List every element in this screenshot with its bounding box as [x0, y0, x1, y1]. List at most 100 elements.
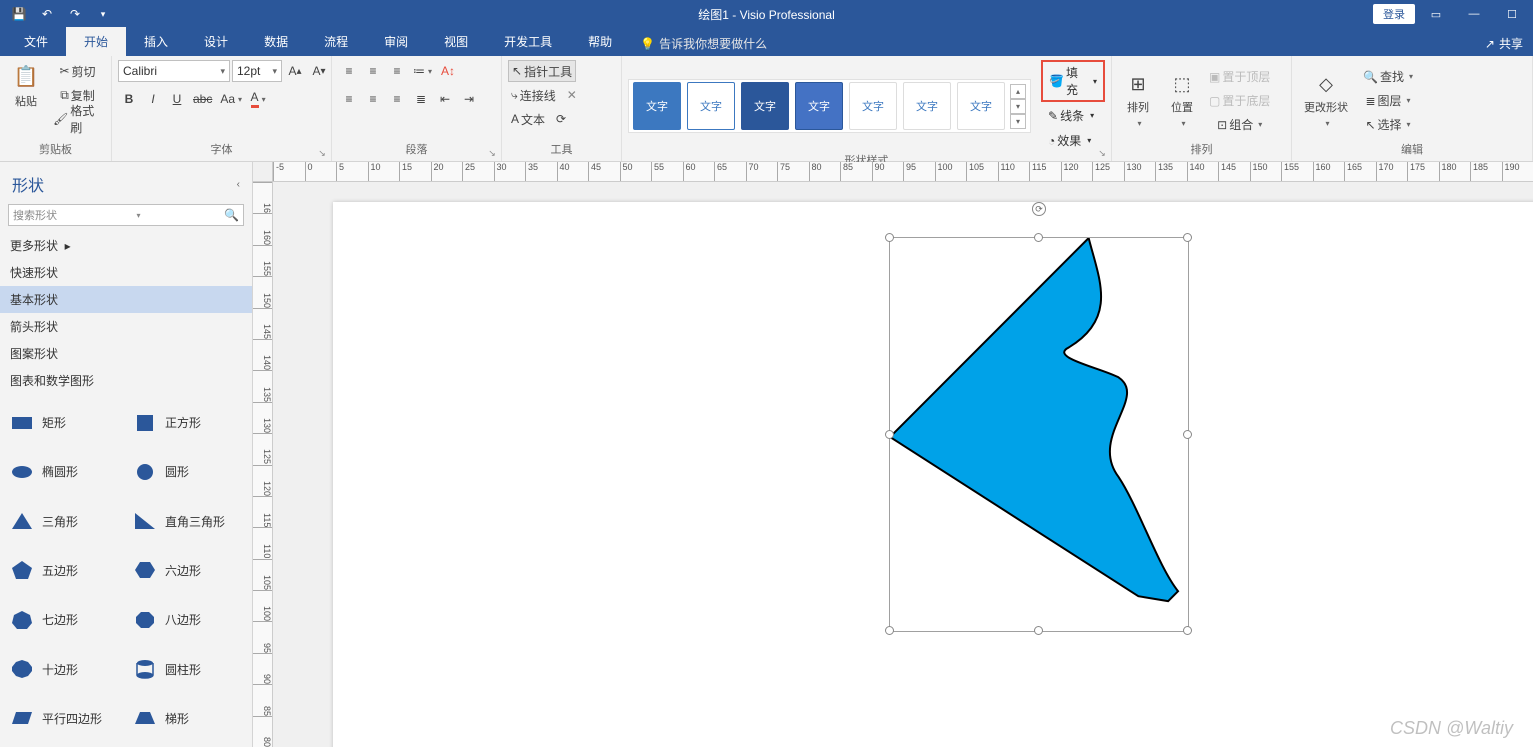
- position-button[interactable]: ⬚位置: [1162, 70, 1202, 132]
- align-button[interactable]: ⊞排列: [1118, 70, 1158, 132]
- search-icon[interactable]: 🔍: [224, 208, 239, 222]
- shape-stencil-heptagon[interactable]: 七边形: [4, 597, 125, 642]
- align-center-button[interactable]: ≡: [362, 88, 384, 110]
- pointer-tool-button[interactable]: ↖指针工具: [508, 60, 576, 82]
- style-item-7[interactable]: 文字: [957, 82, 1005, 130]
- collapse-pane-icon[interactable]: ‹: [237, 179, 240, 190]
- shape-stencil-parallelogram[interactable]: 平行四边形: [4, 696, 125, 741]
- indent-increase-button[interactable]: ⇥: [458, 88, 480, 110]
- cat-pattern-shapes[interactable]: 图案形状: [0, 340, 252, 367]
- style-item-5[interactable]: 文字: [849, 82, 897, 130]
- resize-handle[interactable]: [1183, 430, 1192, 439]
- share-button[interactable]: ↗ 共享: [1485, 35, 1523, 56]
- tab-home[interactable]: 开始: [66, 27, 126, 56]
- shape-stencil-triangle[interactable]: 三角形: [4, 499, 125, 544]
- bold-button[interactable]: B: [118, 88, 140, 110]
- bullets-button[interactable]: ≔: [410, 60, 435, 82]
- login-button[interactable]: 登录: [1373, 4, 1415, 24]
- shape-stencil-square[interactable]: 正方形: [127, 400, 248, 445]
- align-justify-button[interactable]: ≣: [410, 88, 432, 110]
- shape-stencil-circle[interactable]: 圆形: [127, 449, 248, 494]
- tab-process[interactable]: 流程: [306, 27, 366, 56]
- send-back-button[interactable]: ▢置于底层: [1206, 90, 1273, 112]
- tab-insert[interactable]: 插入: [126, 27, 186, 56]
- tab-view[interactable]: 视图: [426, 27, 486, 56]
- qat-redo-icon[interactable]: ↷: [62, 2, 88, 26]
- style-item-6[interactable]: 文字: [903, 82, 951, 130]
- style-item-4[interactable]: 文字: [795, 82, 843, 130]
- shape-stencil-decagon[interactable]: 十边形: [4, 646, 125, 691]
- shape-stencil-trapezoid[interactable]: 梯形: [127, 696, 248, 741]
- font-color-button[interactable]: A: [247, 88, 269, 110]
- x-tool-button[interactable]: ✕: [561, 84, 583, 106]
- resize-handle[interactable]: [885, 430, 894, 439]
- grow-font-button[interactable]: A▴: [284, 60, 306, 82]
- cat-arrow-shapes[interactable]: 箭头形状: [0, 313, 252, 340]
- tab-review[interactable]: 审阅: [366, 27, 426, 56]
- resize-handle[interactable]: [885, 626, 894, 635]
- group-button[interactable]: ⊡组合: [1206, 114, 1273, 136]
- rotate-tool-button[interactable]: ⟳: [550, 108, 572, 130]
- strikethrough-button[interactable]: abc: [190, 88, 215, 110]
- tab-design[interactable]: 设计: [186, 27, 246, 56]
- layers-button[interactable]: ≣图层: [1360, 90, 1416, 112]
- text-tool-button[interactable]: A文本: [508, 108, 548, 130]
- gallery-down-button[interactable]: ▾: [1010, 99, 1026, 114]
- align-bottom-button[interactable]: ≡: [386, 60, 408, 82]
- resize-handle[interactable]: [1183, 233, 1192, 242]
- connector-tool-button[interactable]: ⤷连接线: [508, 84, 559, 106]
- fill-button[interactable]: 🪣填充▾: [1041, 60, 1105, 102]
- align-middle-button[interactable]: ≡: [362, 60, 384, 82]
- shape-stencil-rtriangle[interactable]: 直角三角形: [127, 499, 248, 544]
- resize-handle[interactable]: [885, 233, 894, 242]
- indent-decrease-button[interactable]: ⇤: [434, 88, 456, 110]
- selection-box[interactable]: ⟳: [889, 237, 1189, 632]
- style-item-3[interactable]: 文字: [741, 82, 789, 130]
- search-shapes-input[interactable]: 搜索形状 ▾ 🔍: [8, 204, 244, 226]
- rotate-handle[interactable]: ⟳: [1032, 202, 1046, 216]
- maximize-button[interactable]: ☐: [1495, 2, 1529, 26]
- find-button[interactable]: 🔍查找: [1360, 66, 1416, 88]
- minimize-button[interactable]: —: [1457, 2, 1491, 26]
- tell-me-search[interactable]: 💡 告诉我你想要做什么: [640, 35, 767, 56]
- align-top-button[interactable]: ≡: [338, 60, 360, 82]
- select-button[interactable]: ↖选择: [1360, 114, 1416, 136]
- gallery-more-button[interactable]: ▾: [1010, 114, 1026, 129]
- canvas[interactable]: -505101520253035404550556065707580859095…: [253, 162, 1533, 747]
- align-right-button[interactable]: ≡: [386, 88, 408, 110]
- paste-button[interactable]: 📋 粘贴: [6, 60, 46, 113]
- style-item-1[interactable]: 文字: [633, 82, 681, 130]
- shape-stencil-hexagon[interactable]: 六边形: [127, 548, 248, 593]
- tab-file[interactable]: 文件: [6, 27, 66, 56]
- shape-styles-launcher[interactable]: ↘: [1096, 146, 1108, 158]
- tab-data[interactable]: 数据: [246, 27, 306, 56]
- bring-front-button[interactable]: ▣置于顶层: [1206, 66, 1273, 88]
- shape-stencil-pentagon[interactable]: 五边形: [4, 548, 125, 593]
- change-shape-button[interactable]: ◇更改形状: [1298, 70, 1354, 132]
- font-name-combo[interactable]: Calibri▾: [118, 60, 230, 82]
- italic-button[interactable]: I: [142, 88, 164, 110]
- shape-style-gallery[interactable]: 文字 文字 文字 文字 文字 文字 文字 ▴ ▾ ▾: [628, 79, 1031, 133]
- qat-save-icon[interactable]: 💾: [6, 2, 32, 26]
- cat-quick-shapes[interactable]: 快速形状: [0, 259, 252, 286]
- tab-help[interactable]: 帮助: [570, 27, 630, 56]
- resize-handle[interactable]: [1183, 626, 1192, 635]
- shape-stencil-ellipse[interactable]: 椭圆形: [4, 449, 125, 494]
- cat-more-shapes[interactable]: 更多形状 ▸: [0, 232, 252, 259]
- shape-stencil-cylinder[interactable]: 圆柱形: [127, 646, 248, 691]
- resize-handle[interactable]: [1034, 233, 1043, 242]
- drawing-page[interactable]: ⟳: [333, 202, 1533, 747]
- ribbon-display-options-icon[interactable]: ▭: [1419, 2, 1453, 26]
- cut-button[interactable]: ✂剪切: [50, 60, 105, 82]
- format-painter-button[interactable]: 🖌格式刷: [50, 108, 105, 130]
- text-direction-button[interactable]: A↕: [437, 60, 459, 82]
- shape-stencil-rect[interactable]: 矩形: [4, 400, 125, 445]
- shape-stencil-octagon[interactable]: 八边形: [127, 597, 248, 642]
- shrink-font-button[interactable]: A▾: [308, 60, 330, 82]
- font-launcher[interactable]: ↘: [316, 146, 328, 158]
- style-item-2[interactable]: 文字: [687, 82, 735, 130]
- qat-customize-icon[interactable]: ▾: [90, 2, 116, 26]
- align-left-button[interactable]: ≡: [338, 88, 360, 110]
- line-button[interactable]: ✎线条▾: [1041, 104, 1105, 127]
- change-case-button[interactable]: Aa: [217, 88, 245, 110]
